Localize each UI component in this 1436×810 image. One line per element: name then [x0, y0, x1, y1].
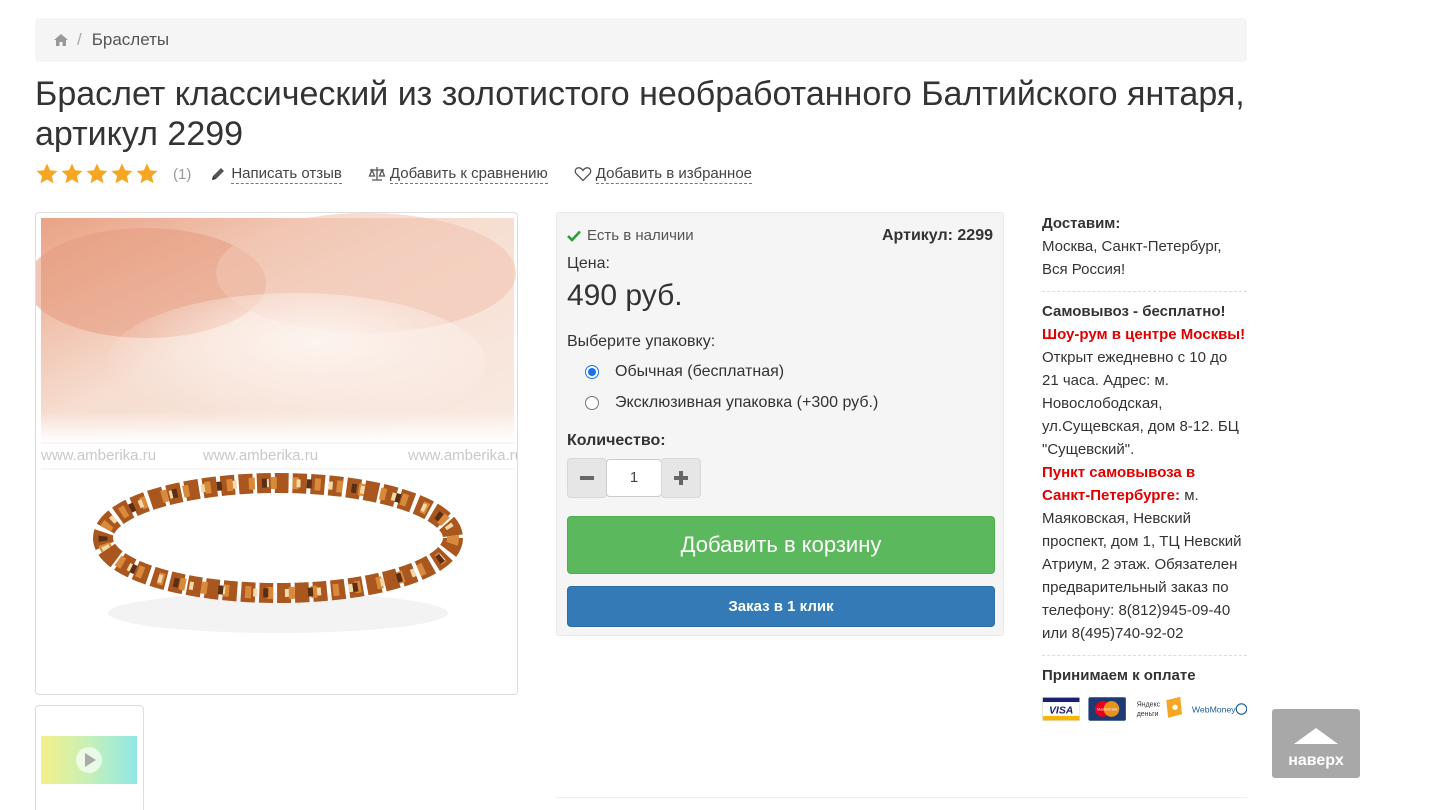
heart-icon: [574, 167, 592, 182]
one-click-order-button[interactable]: Заказ в 1 клик: [567, 586, 995, 627]
check-icon: [567, 230, 581, 242]
svg-text:MasterCard: MasterCard: [1097, 707, 1117, 712]
quantity-stepper: 1: [567, 458, 701, 498]
price: 490 руб.: [567, 279, 683, 312]
payment-title: Принимаем к оплате: [1042, 667, 1196, 684]
svg-text:VISA: VISA: [1049, 705, 1073, 716]
add-to-cart-button[interactable]: Добавить в корзину: [567, 516, 995, 574]
page-title: Браслет классический из золотистого необ…: [35, 75, 1245, 153]
sku: Артикул: 2299: [881, 227, 993, 244]
radio-exclusive[interactable]: [585, 396, 599, 410]
payment-block: Принимаем к оплате VISA MasterCard Яндек…: [1042, 664, 1247, 725]
svg-text:деньги: деньги: [1136, 711, 1158, 718]
delivery-block: Доставим: Москва, Санкт-Петербург, Вся Р…: [1042, 212, 1247, 292]
packaging-option-exclusive[interactable]: Эксклюзивная упаковка (+300 руб.): [585, 394, 878, 412]
delivery-info: Доставим: Москва, Санкт-Петербург, Вся Р…: [1042, 212, 1247, 725]
spb-pickup-label: Пункт самовывоза в Санкт-Петербурге:: [1042, 464, 1196, 504]
divider: [556, 797, 1247, 798]
packaging-option-standard[interactable]: Обычная (бесплатная): [585, 363, 784, 381]
image-watermark-2: www.amberika.ru: [202, 447, 318, 464]
rating-row: (1) Написать отзыв Добавить к сравнению …: [35, 160, 778, 188]
arrow-up-icon: [1294, 728, 1338, 744]
packaging-label: Выберите упаковку:: [567, 333, 716, 350]
breadcrumb-current[interactable]: Браслеты: [92, 30, 169, 50]
scales-icon: [368, 167, 386, 181]
add-to-compare-link[interactable]: Добавить к сравнению: [368, 165, 548, 184]
stock-status: Есть в наличии: [567, 227, 694, 244]
showroom-text: Открыт ежедневно с 10 до 21 часа. Адрес:…: [1042, 349, 1239, 458]
add-to-compare-label: Добавить к сравнению: [389, 164, 548, 184]
payment-methods: VISA MasterCard Яндекс деньги WebMoney: [1042, 693, 1247, 725]
stock-text: Есть в наличии: [587, 227, 694, 244]
video-thumbnail-image: [41, 736, 137, 784]
add-to-favorites-link[interactable]: Добавить в избранное: [574, 164, 753, 184]
price-label: Цена:: [567, 255, 610, 272]
packaging-option-standard-label: Обычная (бесплатная): [615, 363, 785, 380]
star-icon: [86, 163, 108, 184]
breadcrumb: / Браслеты: [35, 18, 1247, 62]
pencil-icon: [212, 168, 225, 180]
showroom-label: Шоу-рум в центре Москвы!: [1042, 326, 1246, 343]
bracelet-photo: www.amberika.ru www.amberika.ru www.ambe…: [36, 213, 518, 691]
write-review-label: Написать отзыв: [231, 164, 342, 184]
review-count[interactable]: (1): [173, 166, 191, 183]
quantity-input[interactable]: 1: [606, 459, 662, 497]
rating-stars: [35, 162, 159, 186]
back-to-top-label: наверх: [1288, 752, 1344, 769]
packaging-option-exclusive-label: Эксклюзивная упаковка (+300 руб.): [615, 394, 879, 411]
star-icon: [111, 163, 133, 184]
pickup-title: Самовывоз - бесплатно!: [1042, 303, 1226, 320]
image-watermark-1: www.amberika.ru: [40, 447, 156, 464]
product-main-image[interactable]: www.amberika.ru www.amberika.ru www.ambe…: [35, 212, 518, 695]
pickup-block: Самовывоз - бесплатно! Шоу-рум в центре …: [1042, 300, 1247, 656]
plus-icon: [674, 471, 688, 485]
yandex-money-icon: Яндекс деньги: [1136, 696, 1182, 718]
radio-standard[interactable]: [585, 365, 599, 379]
add-to-favorites-label: Добавить в избранное: [595, 164, 753, 184]
buy-box: Есть в наличии Артикул: 2299 Цена: 490 р…: [556, 212, 1004, 636]
quantity-increase-button[interactable]: [661, 458, 701, 498]
back-to-top-button[interactable]: наверх: [1272, 709, 1360, 778]
delivery-title: Доставим:: [1042, 215, 1121, 232]
breadcrumb-separator: /: [77, 30, 82, 49]
visa-icon: VISA: [1042, 696, 1081, 722]
spb-pickup-text: м. Маяковская, Невский проспект, дом 1, …: [1042, 487, 1242, 642]
svg-text:Яндекс: Яндекс: [1136, 701, 1160, 708]
home-icon[interactable]: [53, 33, 69, 47]
quantity-decrease-button[interactable]: [567, 458, 607, 498]
webmoney-icon: WebMoney: [1192, 703, 1247, 715]
product-video-thumbnail[interactable]: [35, 705, 144, 810]
quantity-label: Количество:: [567, 432, 666, 449]
write-review-link[interactable]: Написать отзыв: [209, 165, 342, 184]
image-watermark-3: www.amberika.ru: [407, 447, 518, 464]
mastercard-icon: MasterCard: [1088, 697, 1127, 721]
star-icon: [61, 163, 83, 184]
delivery-text: Москва, Санкт-Петербург, Вся Россия!: [1042, 238, 1222, 278]
star-icon: [36, 163, 58, 184]
minus-icon: [580, 476, 594, 480]
star-icon: [136, 163, 158, 184]
svg-text:WebMoney: WebMoney: [1192, 704, 1236, 714]
